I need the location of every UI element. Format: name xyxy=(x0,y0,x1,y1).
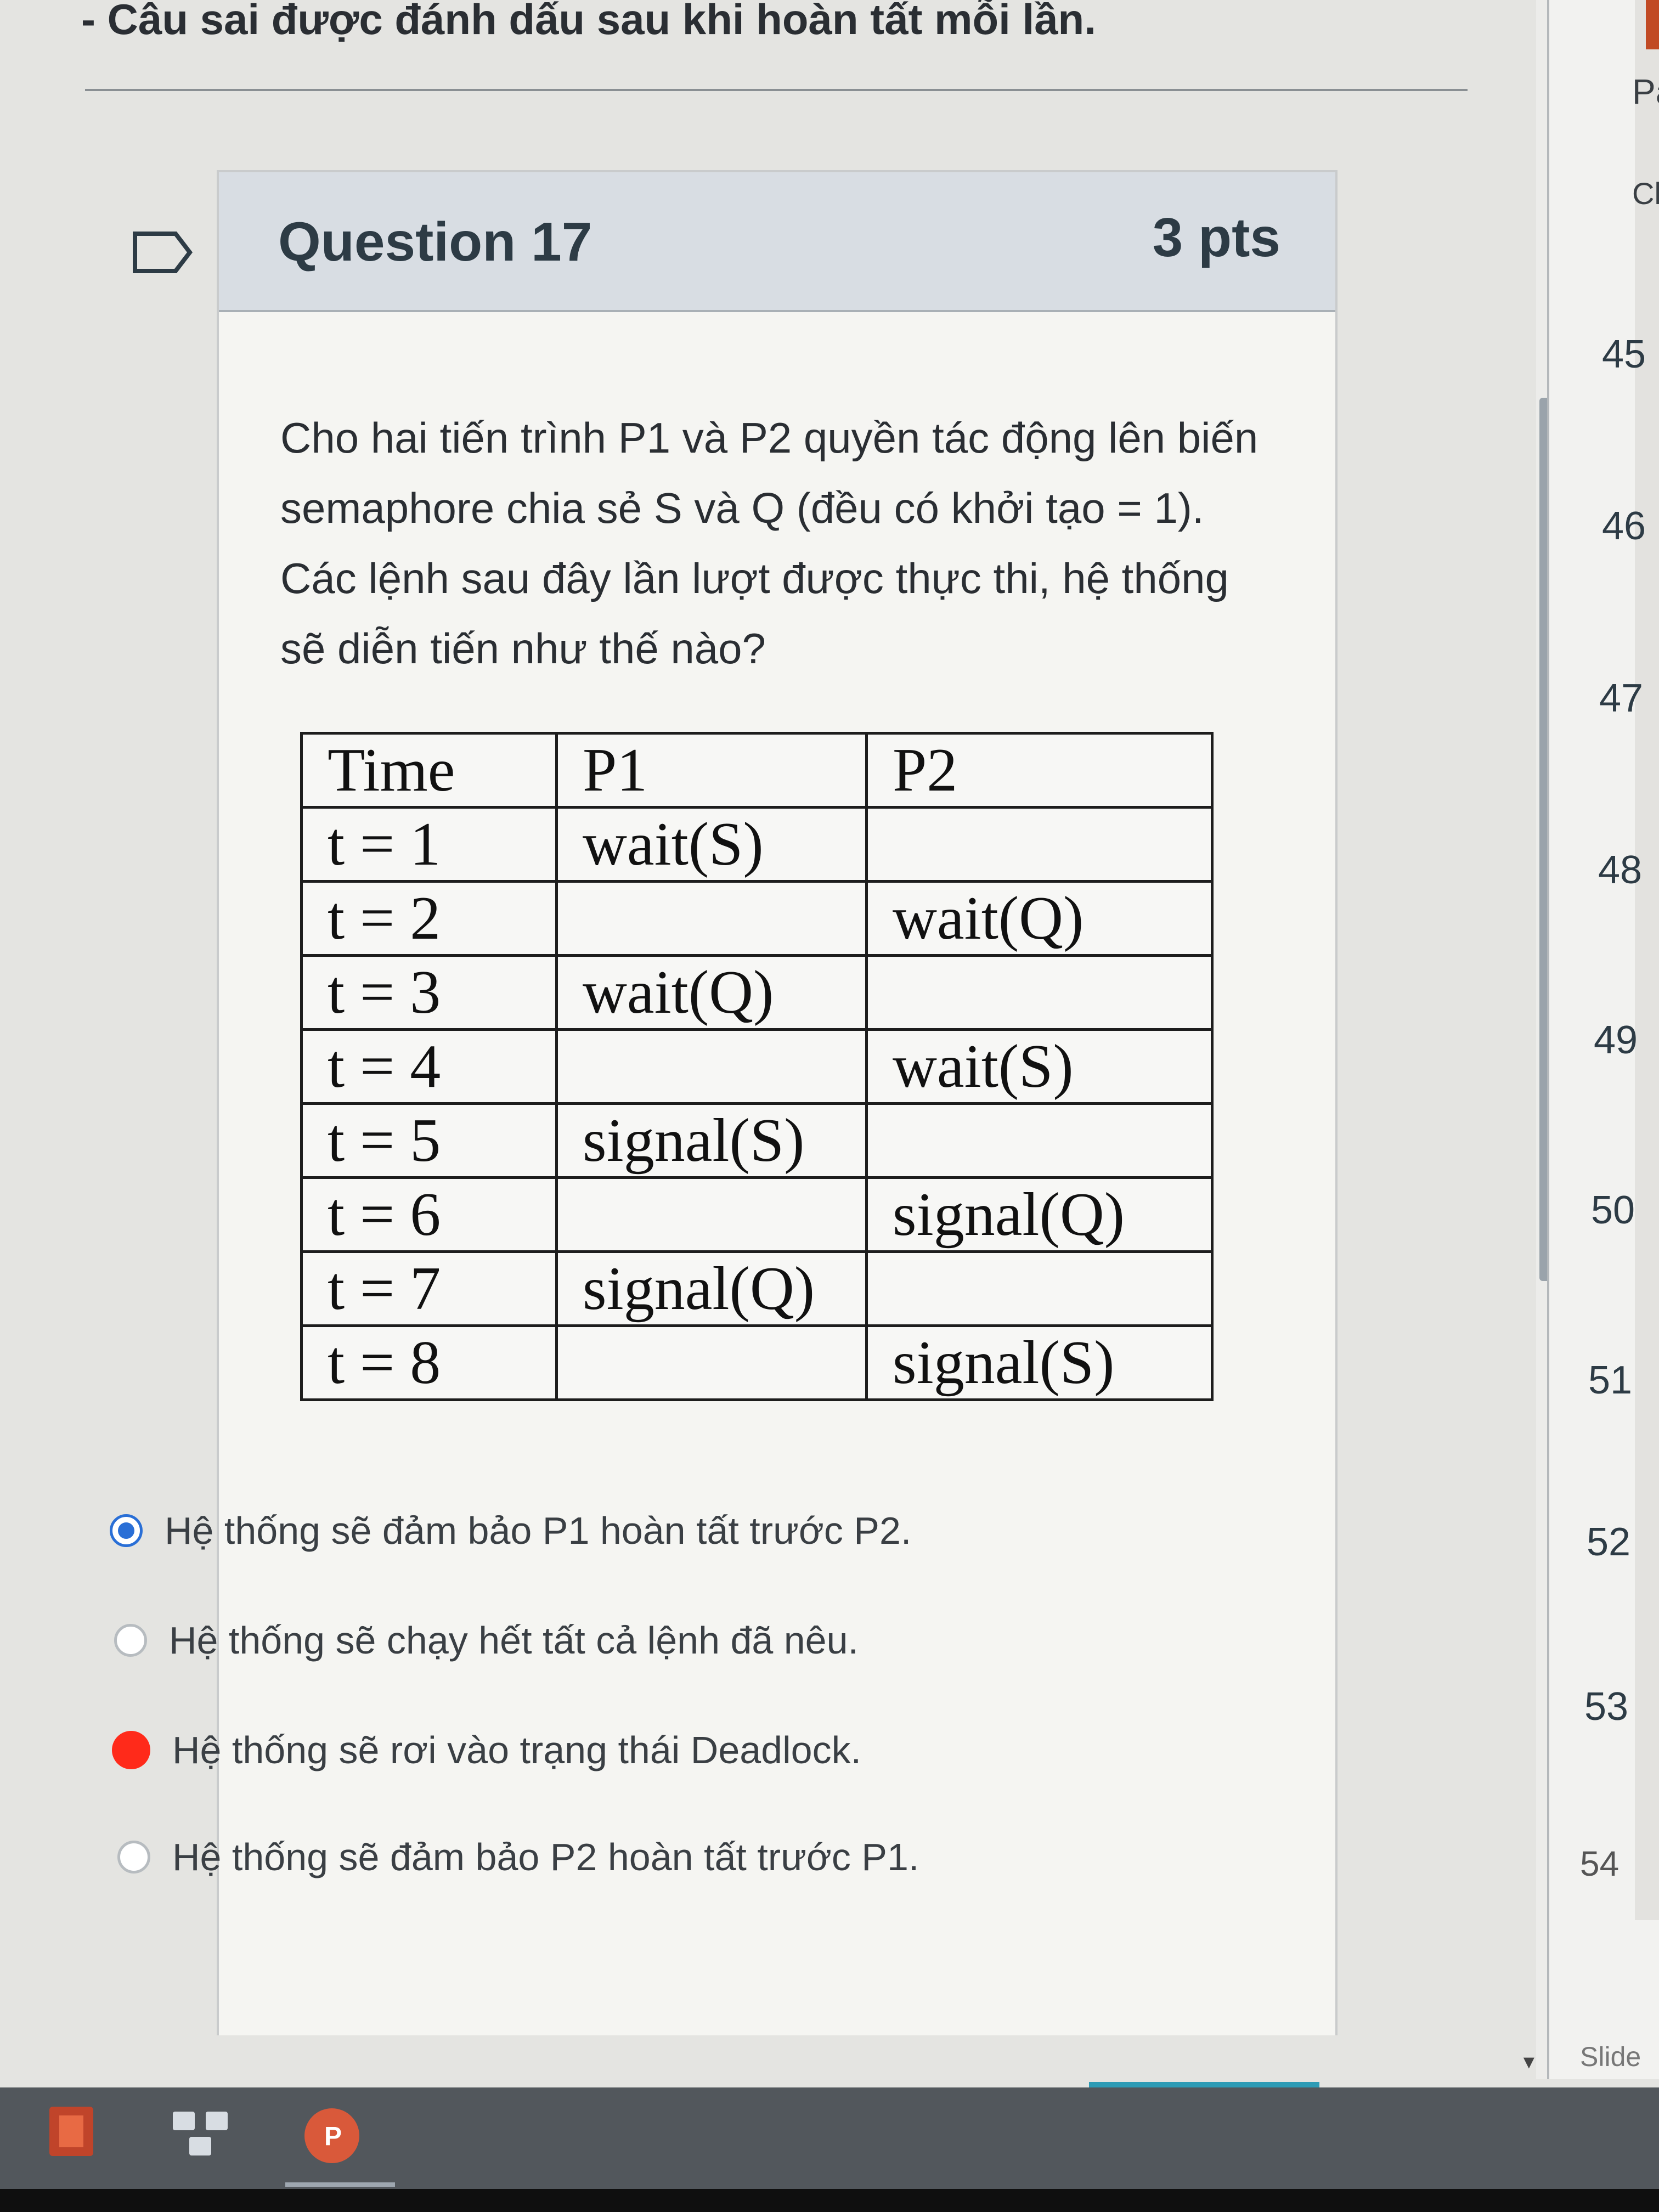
table-row: t = 2 wait(Q) xyxy=(300,880,1214,957)
table-cell: t = 8 xyxy=(300,1324,558,1401)
slide-label: Slide xyxy=(1580,2041,1641,2072)
scroll-down-arrow-icon[interactable]: ▼ xyxy=(1520,2052,1538,2073)
panel-edge xyxy=(1635,0,1659,1920)
table-cell: wait(S) xyxy=(865,1028,1214,1105)
table-cell: t = 6 xyxy=(300,1176,558,1253)
table-cell xyxy=(555,1324,868,1401)
answer-option-4[interactable]: Hệ thống sẽ đảm bảo P2 hoàn tất trước P1… xyxy=(117,1830,919,1884)
table-row: t = 4 wait(S) xyxy=(300,1028,1214,1105)
radio-empty-icon[interactable] xyxy=(114,1624,147,1657)
table-cell: t = 4 xyxy=(300,1028,558,1105)
divider xyxy=(85,89,1468,91)
answer-option-1[interactable]: Hệ thống sẽ đảm bảo P1 hoàn tất trước P2… xyxy=(110,1503,911,1558)
table-row: t = 8 signal(S) xyxy=(300,1324,1214,1401)
table-cell xyxy=(865,1250,1214,1327)
answer-label: Hệ thống sẽ đảm bảo P2 hoàn tất trước P1… xyxy=(172,1836,919,1878)
table-header-cell: Time xyxy=(300,732,558,809)
table-cell: t = 3 xyxy=(300,954,558,1031)
table-header-cell: P1 xyxy=(555,732,868,809)
question-points: 3 pts xyxy=(1152,207,1280,268)
slide-number[interactable]: 52 xyxy=(1587,1520,1630,1565)
table-cell xyxy=(865,954,1214,1031)
radio-selected-icon[interactable] xyxy=(110,1514,143,1547)
table-cell xyxy=(865,1102,1214,1179)
network-app-icon[interactable] xyxy=(167,2104,233,2164)
question-title: Question 17 xyxy=(278,211,592,273)
table-cell: t = 7 xyxy=(300,1250,558,1327)
powerpoint-icon[interactable]: P xyxy=(299,2106,365,2166)
table-row: t = 5 signal(S) xyxy=(300,1102,1214,1179)
table-cell xyxy=(555,880,868,957)
table-cell xyxy=(555,1028,868,1105)
schedule-table: Time P1 P2 t = 1 wait(S) t = 2 wait(Q) t… xyxy=(300,732,1214,1401)
screen-bezel xyxy=(0,2189,1659,2212)
radio-empty-icon[interactable] xyxy=(117,1841,150,1874)
slide-number[interactable]: 49 xyxy=(1594,1018,1638,1063)
answer-option-2[interactable]: Hệ thống sẽ chạy hết tất cả lệnh đã nêu. xyxy=(114,1613,859,1668)
question-flag-icon[interactable] xyxy=(133,230,193,274)
slide-number[interactable]: 50 xyxy=(1591,1188,1635,1233)
question-text: Cho hai tiến trình P1 và P2 quyền tác độ… xyxy=(280,414,1259,673)
table-header-row: Time P1 P2 xyxy=(300,732,1214,809)
accent-bar xyxy=(1646,0,1659,49)
table-row: t = 7 signal(Q) xyxy=(300,1250,1214,1327)
table-cell: wait(Q) xyxy=(555,954,868,1031)
instruction-note: - Câu sai được đánh dấu sau khi hoàn tất… xyxy=(81,0,1096,43)
table-cell xyxy=(555,1176,868,1253)
slide-number[interactable]: 48 xyxy=(1598,848,1642,893)
slide-number[interactable]: 51 xyxy=(1588,1358,1632,1403)
answer-option-3[interactable]: Hệ thống sẽ rơi vào trạng thái Deadlock. xyxy=(112,1723,861,1778)
table-cell: t = 5 xyxy=(300,1102,558,1179)
slide-number[interactable]: 47 xyxy=(1599,676,1643,721)
answer-label: Hệ thống sẽ đảm bảo P1 hoàn tất trước P2… xyxy=(165,1509,912,1552)
table-cell: signal(S) xyxy=(865,1324,1214,1401)
answer-label: Hệ thống sẽ chạy hết tất cả lệnh đã nêu. xyxy=(169,1619,859,1662)
slide-number[interactable]: 45 xyxy=(1602,332,1646,377)
table-cell xyxy=(865,806,1214,883)
office-app-icon[interactable] xyxy=(44,2101,99,2162)
panel-label-top: Pa xyxy=(1632,72,1659,111)
table-cell: t = 1 xyxy=(300,806,558,883)
panel-label-second: Cl xyxy=(1632,176,1659,211)
table-row: t = 6 signal(Q) xyxy=(300,1176,1214,1253)
table-header-cell: P2 xyxy=(865,732,1214,809)
table-cell: wait(Q) xyxy=(865,880,1214,957)
table-cell: signal(S) xyxy=(555,1102,868,1179)
svg-text:P: P xyxy=(324,2122,342,2151)
table-row: t = 3 wait(Q) xyxy=(300,954,1214,1031)
question-header: Question 17 3 pts xyxy=(219,172,1335,312)
table-cell: signal(Q) xyxy=(865,1176,1214,1253)
table-row: t = 1 wait(S) xyxy=(300,806,1214,883)
table-cell: t = 2 xyxy=(300,880,558,957)
active-app-indicator xyxy=(285,2182,395,2187)
table-cell: signal(Q) xyxy=(555,1250,868,1327)
answer-label: Hệ thống sẽ rơi vào trạng thái Deadlock. xyxy=(172,1729,862,1771)
slide-number[interactable]: 46 xyxy=(1602,504,1646,549)
table-cell: wait(S) xyxy=(555,806,868,883)
slide-number[interactable]: 53 xyxy=(1584,1684,1628,1729)
slide-number[interactable]: 54 xyxy=(1580,1843,1619,1884)
incorrect-marker-dot-icon xyxy=(112,1731,150,1769)
